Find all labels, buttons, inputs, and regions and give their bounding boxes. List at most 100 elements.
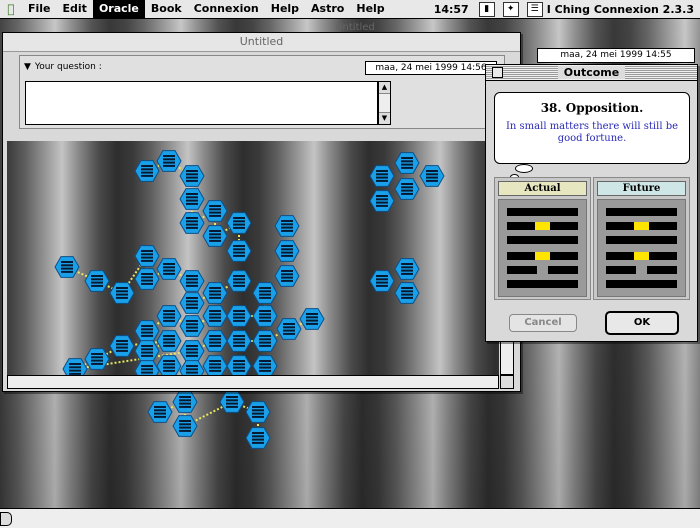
menu-file[interactable]: File xyxy=(22,0,57,18)
hexagram-line xyxy=(606,252,677,260)
hexagram-tile-icon xyxy=(157,356,181,375)
future-label[interactable]: Future xyxy=(597,181,686,196)
hexagram-line xyxy=(507,280,578,288)
hexagram-tile-icon xyxy=(180,166,204,187)
hexagram-tile-icon xyxy=(203,331,227,352)
menu-astro[interactable]: Astro xyxy=(305,0,350,18)
hexagram-line xyxy=(606,280,677,288)
hexagram-tile-icon xyxy=(135,361,159,375)
hexagram-tile-icon xyxy=(110,336,134,357)
hexagram-tile-icon xyxy=(173,392,197,413)
hexagram-tile-icon xyxy=(275,216,299,237)
resize-handle[interactable] xyxy=(500,375,514,389)
hexagram-tile-icon xyxy=(157,306,181,327)
menu-help-2[interactable]: Help xyxy=(350,0,390,18)
horizontal-scrollbar[interactable] xyxy=(7,375,499,389)
menu-clock[interactable]: 14:57 xyxy=(434,3,469,16)
hexagram-tile-icon xyxy=(227,271,251,292)
menu-bar-right: 14:57 ▮ ✦ ☰ I Ching Connexion 2.3.3 xyxy=(434,0,700,18)
hexagram-tile-icon xyxy=(180,271,204,292)
hexagram-tile-icon xyxy=(420,166,444,187)
menu-book[interactable]: Book xyxy=(145,0,188,18)
wand-icon[interactable]: ✦ xyxy=(503,2,519,17)
hexagram-tile-icon xyxy=(253,283,277,304)
hexagram-line xyxy=(606,266,677,274)
scroll-up-arrow-icon[interactable]: ▲ xyxy=(379,82,390,94)
hexagram-tile-icon xyxy=(227,306,251,327)
hexagram-tile-icon xyxy=(180,293,204,314)
hexagram-tile-icon xyxy=(148,402,172,423)
hexagram-canvas[interactable] xyxy=(7,141,499,375)
hexagram-tile-icon xyxy=(180,341,204,362)
hexagram-tile-icon xyxy=(370,271,394,292)
hexagram-tile-icon xyxy=(173,416,197,437)
hexagram-tile-icon xyxy=(253,331,277,352)
hexagram-tile-icon xyxy=(135,269,159,290)
hexagram-tile-icon xyxy=(203,283,227,304)
hexagram-line xyxy=(507,252,578,260)
hexagram-tile-icon xyxy=(395,283,419,304)
question-label: Your question : xyxy=(35,62,102,72)
hexagram-tile-icon xyxy=(227,213,251,234)
outcome-dialog: Outcome 38. Opposition. In small matters… xyxy=(485,64,698,342)
bottom-scrollbar-strip[interactable] xyxy=(0,508,700,528)
hexagram-tile-icon xyxy=(220,392,244,413)
menu-help[interactable]: Help xyxy=(265,0,305,18)
application-name[interactable]: I Ching Connexion 2.3.3 xyxy=(547,3,694,16)
future-hexagram-panel: Future xyxy=(593,177,690,300)
hexagram-tile-icon xyxy=(63,359,87,375)
scroll-down-arrow-icon[interactable]: ▼ xyxy=(379,112,390,124)
menu-oracle[interactable]: Oracle xyxy=(93,0,145,18)
hexagram-line xyxy=(606,222,677,230)
hexagram-line xyxy=(507,222,578,230)
main-window: Untitled ▼ Your question : maa, 24 mei 1… xyxy=(2,32,521,392)
apple-menu-icon[interactable]:  xyxy=(0,2,22,16)
outcome-title-bar[interactable]: Outcome xyxy=(486,65,697,81)
outcome-title: Outcome xyxy=(558,66,625,79)
hexagram-line xyxy=(507,236,578,244)
question-scrollbar[interactable]: ▲ ▼ xyxy=(378,81,391,125)
hexagram-cluster-main xyxy=(7,141,499,375)
hexagram-line xyxy=(507,208,578,216)
hexagram-tile-icon xyxy=(180,213,204,234)
question-input[interactable] xyxy=(25,81,378,125)
window-title[interactable]: Untitled xyxy=(3,33,520,52)
battery-icon[interactable]: ▮ xyxy=(479,2,495,17)
disclosure-triangle-icon[interactable]: ▼ xyxy=(24,62,31,72)
hexagram-judgement: In small matters there will still be goo… xyxy=(495,121,689,145)
hexagram-tile-icon xyxy=(395,153,419,174)
hexagram-cluster-lower xyxy=(0,390,320,470)
hexagram-tile-icon xyxy=(135,321,159,342)
hexagram-tile-icon xyxy=(135,161,159,182)
menu-connexion[interactable]: Connexion xyxy=(188,0,265,18)
hexagram-tile-icon xyxy=(157,259,181,280)
hexagram-tile-icon xyxy=(395,259,419,280)
oracle-text-box: 38. Opposition. In small matters there w… xyxy=(494,92,690,164)
hexagram-tile-icon xyxy=(227,331,251,352)
ok-button[interactable]: OK xyxy=(605,311,679,335)
bottom-scroll-knob[interactable] xyxy=(0,512,12,526)
hexagram-tile-icon xyxy=(275,266,299,287)
hexagram-tile-icon xyxy=(246,428,270,449)
actual-hexagram-lines xyxy=(498,199,587,297)
hexagram-tile-icon xyxy=(253,306,277,327)
hexagram-tile-icon xyxy=(85,271,109,292)
hexagram-line xyxy=(606,208,677,216)
hexagram-tile-icon xyxy=(180,316,204,337)
hexagram-tile-icon xyxy=(55,257,79,278)
cancel-button[interactable]: Cancel xyxy=(509,314,577,332)
app-icon[interactable]: ☰ xyxy=(527,2,543,17)
menu-edit[interactable]: Edit xyxy=(57,0,93,18)
hexagram-tile-icon xyxy=(370,166,394,187)
thought-bubble-icon xyxy=(515,164,533,173)
hexagram-tile-icon xyxy=(157,151,181,172)
close-box-icon[interactable] xyxy=(492,67,503,78)
background-window-date: maa, 24 mei 1999 14:55 xyxy=(537,48,695,63)
hexagram-tile-icon xyxy=(277,319,301,340)
question-header[interactable]: ▼ Your question : xyxy=(24,62,102,72)
actual-label[interactable]: Actual xyxy=(498,181,587,196)
hexagram-name: 38. Opposition. xyxy=(495,101,689,115)
hexagram-tile-icon xyxy=(203,201,227,222)
hexagram-tile-icon xyxy=(203,306,227,327)
hexagram-tile-icon xyxy=(275,241,299,262)
